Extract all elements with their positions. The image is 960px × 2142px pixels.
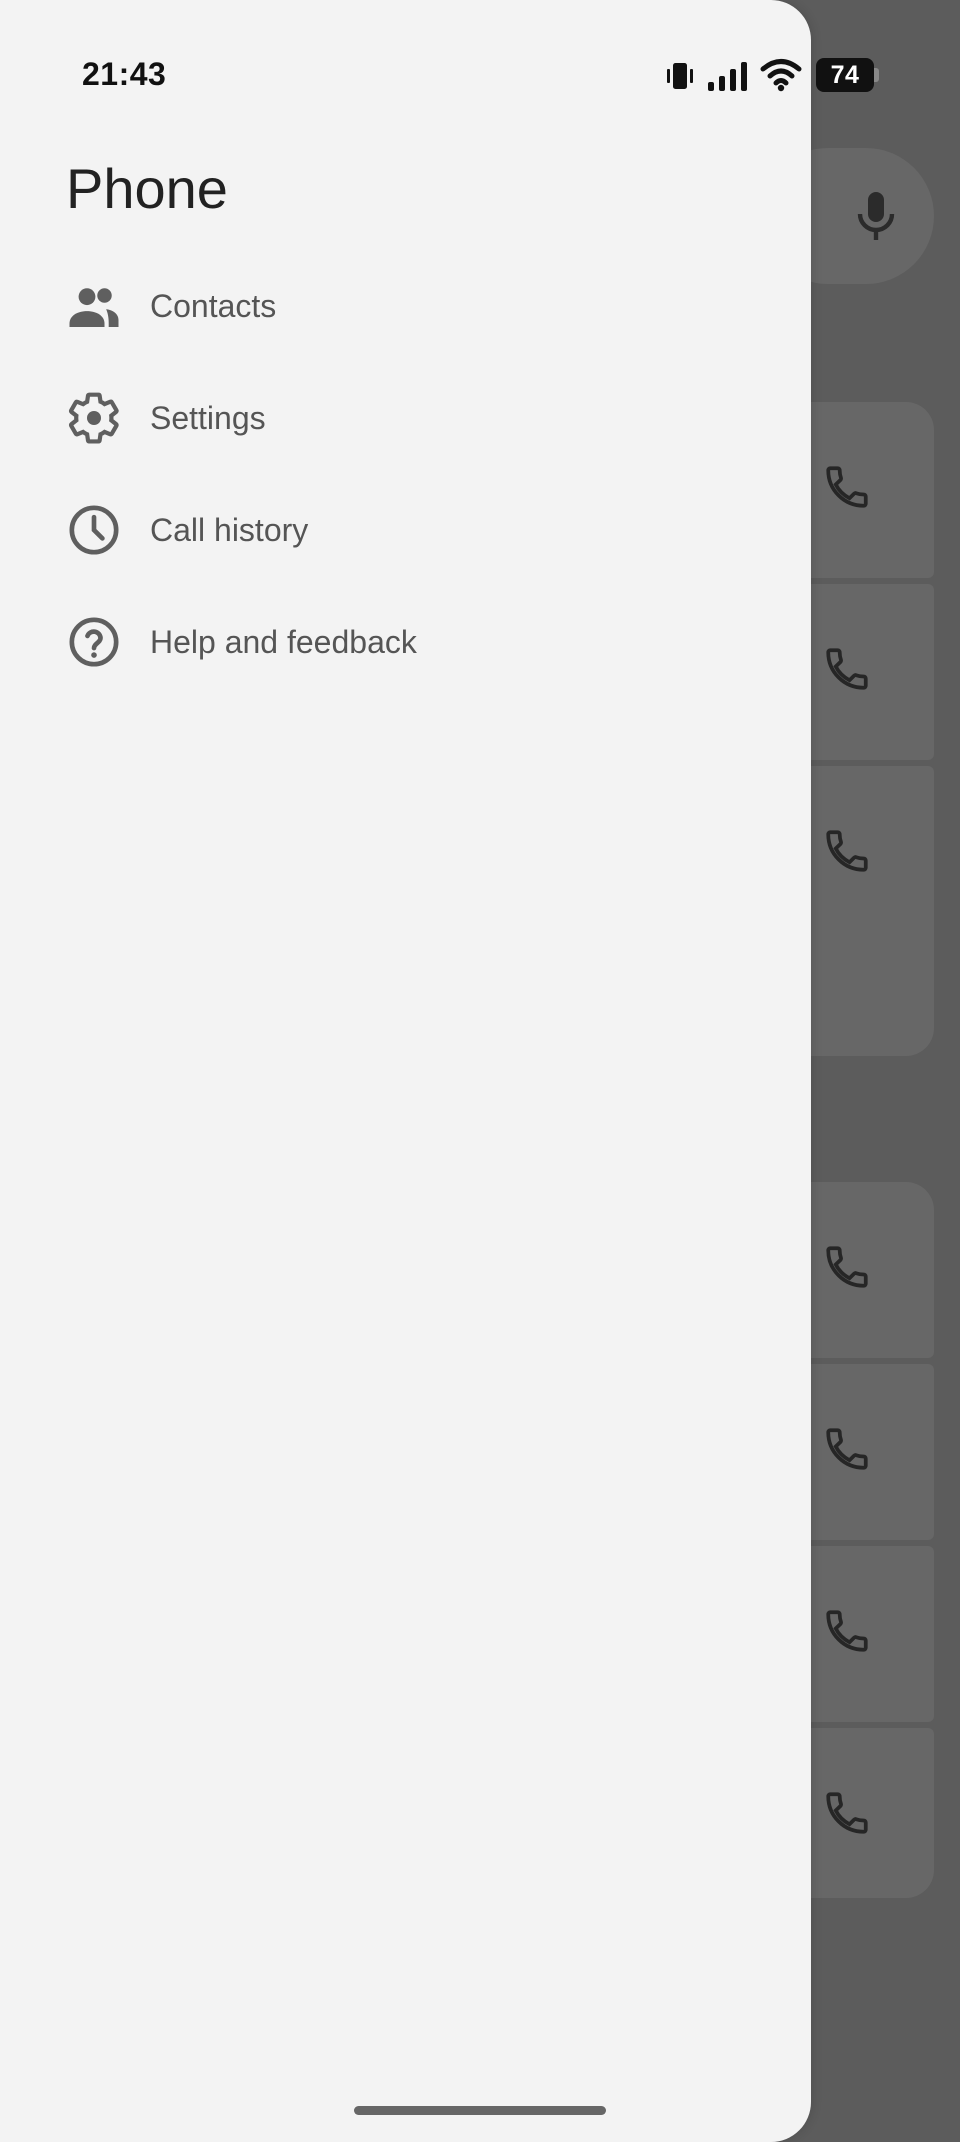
phone-icon — [826, 648, 868, 690]
battery-icon: 74 — [816, 58, 874, 92]
battery-tip — [874, 68, 879, 82]
menu-item-label: Call history — [150, 511, 309, 548]
menu-item-call-history[interactable]: Call history — [0, 474, 811, 586]
phone-icon — [826, 1792, 868, 1834]
phone-icon — [826, 1246, 868, 1288]
phone-icon — [826, 466, 868, 508]
home-indicator[interactable] — [354, 2106, 606, 2115]
phone-icon — [826, 1428, 868, 1470]
contacts-icon — [66, 278, 122, 334]
help-icon — [66, 614, 122, 670]
mic-icon — [857, 192, 895, 240]
vibrate-icon — [667, 63, 693, 89]
menu-item-label: Help and feedback — [150, 623, 417, 660]
signal-icon — [708, 62, 747, 91]
menu-item-help-and-feedback[interactable]: Help and feedback — [0, 586, 811, 698]
gear-icon — [66, 390, 122, 446]
menu-item-label: Contacts — [150, 287, 277, 324]
wifi-icon — [760, 59, 802, 92]
clock-icon — [66, 502, 122, 558]
phone-icon — [826, 830, 868, 872]
menu-item-label: Settings — [150, 399, 266, 436]
status-bar: 21:43 74 — [0, 0, 879, 150]
navigation-drawer: 21:43 74 Phone Contacts Settings Call hi… — [0, 0, 879, 2142]
drawer-title: Phone — [66, 157, 228, 220]
phone-icon — [826, 1610, 868, 1652]
menu-item-contacts[interactable]: Contacts — [0, 250, 811, 362]
menu-item-settings[interactable]: Settings — [0, 362, 811, 474]
status-time: 21:43 — [82, 56, 167, 92]
